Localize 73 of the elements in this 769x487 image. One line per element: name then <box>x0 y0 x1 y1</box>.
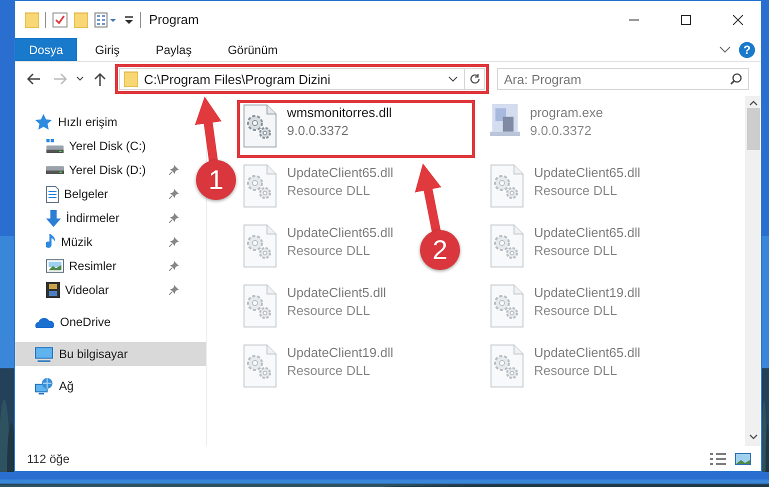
music-icon <box>46 234 56 250</box>
file-item[interactable]: UpdateClient65.dll Resource DLL <box>488 344 640 388</box>
nav-item[interactable]: Bu bilgisayar <box>15 342 206 366</box>
image-icon <box>735 452 751 464</box>
ribbon-tab[interactable]: Dosya <box>15 38 78 61</box>
minimize-icon <box>629 18 639 20</box>
refresh-button[interactable] <box>465 68 485 90</box>
settings-file-icon <box>243 284 277 328</box>
close-icon <box>733 14 743 24</box>
network-icon <box>35 378 53 394</box>
image-icon <box>46 259 64 273</box>
nav-item[interactable]: Hızlı erişim <box>15 110 191 134</box>
settings-file-icon <box>243 104 277 148</box>
settings-file-icon <box>243 164 277 208</box>
file-item[interactable]: UpdateClient19.dll Resource DLL <box>241 344 394 388</box>
nav-item[interactable]: İndirmeler <box>15 206 191 230</box>
ribbon-tab[interactable]: Görünüm <box>210 38 296 61</box>
chevron-icon[interactable] <box>448 76 458 82</box>
folder-icon <box>124 71 138 87</box>
ribbon-tab[interactable]: Paylaş <box>138 38 210 61</box>
file-item[interactable]: program.exe 9.0.0.3372 <box>488 104 603 138</box>
nav-item[interactable]: Belgeler <box>15 182 191 206</box>
properties-icon[interactable] <box>94 12 118 28</box>
ribbon-tab[interactable]: Giriş <box>77 38 138 61</box>
file-item[interactable]: UpdateClient65.dll Resource DLL <box>488 224 640 268</box>
nav-item[interactable]: Resimler <box>15 254 191 278</box>
file-item[interactable]: UpdateClient65.dll Resource DLL <box>488 164 640 208</box>
drive-icon <box>46 166 64 174</box>
program-icon <box>490 104 520 136</box>
up-arrow-icon <box>94 72 106 86</box>
monitor-icon <box>35 346 53 362</box>
nav-item[interactable]: Yerel Disk (C:) <box>15 134 191 158</box>
search-field[interactable]: Ara: Program <box>497 68 749 90</box>
file-item[interactable]: UpdateClient5.dll Resource DLL <box>241 284 386 328</box>
settings-file-icon <box>243 344 277 388</box>
refresh-icon <box>468 73 480 85</box>
file-item[interactable]: UpdateClient65.dll Resource DLL <box>241 224 394 268</box>
scroll-up-icon[interactable] <box>748 100 758 106</box>
settings-file-icon <box>490 284 524 328</box>
film-icon <box>46 282 60 298</box>
address-field[interactable]: C:\Program Files\Program Dizini <box>119 68 465 90</box>
checklist-icon[interactable] <box>52 12 68 28</box>
nav-item[interactable]: Videolar <box>15 278 191 302</box>
settings-file-icon <box>490 344 524 388</box>
item-count: 112 öğe <box>27 452 70 466</box>
settings-file-icon <box>490 164 524 208</box>
nav-item[interactable]: Yerel Disk (D:) <box>15 158 191 182</box>
star-icon <box>35 114 52 130</box>
list-icon <box>709 452 727 466</box>
search-icon[interactable] <box>730 73 742 85</box>
settings-file-icon <box>490 224 524 268</box>
nav-item[interactable]: Müzik <box>15 230 191 254</box>
help-button[interactable]: ? <box>739 42 755 58</box>
file-item[interactable]: UpdateClient19.dll Resource DLL <box>488 284 640 328</box>
cloud-icon <box>35 316 54 328</box>
settings-file-icon <box>243 224 277 268</box>
scroll-thumb[interactable] <box>746 108 760 150</box>
drive-icon <box>46 139 64 153</box>
forward-arrow-icon <box>53 73 67 85</box>
maximize-icon <box>681 14 691 24</box>
nav-item[interactable]: OneDrive <box>15 310 191 334</box>
file-item[interactable]: UpdateClient65.dll Resource DLL <box>241 164 394 208</box>
chevron-icon <box>76 76 84 82</box>
file-item[interactable]: wmsmonitorres.dll 9.0.0.3372 <box>241 104 392 148</box>
nav-item[interactable]: Ağ <box>15 374 191 398</box>
back-arrow-icon <box>27 73 41 85</box>
scrollbar[interactable] <box>745 96 761 446</box>
dropdown-icon[interactable] <box>124 14 134 24</box>
window-title: Program <box>149 12 200 27</box>
scroll-down-icon[interactable] <box>748 434 758 440</box>
download-icon <box>46 210 61 226</box>
expand-icon[interactable] <box>719 46 731 54</box>
document-icon <box>46 186 59 202</box>
